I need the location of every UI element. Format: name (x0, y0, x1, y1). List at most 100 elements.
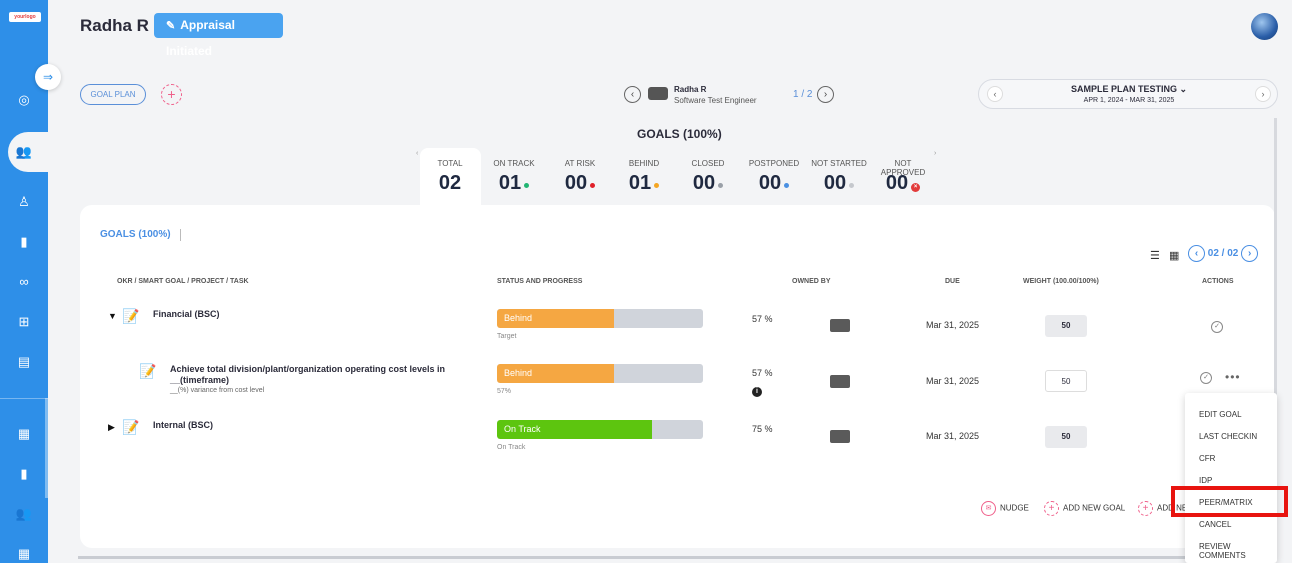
info-icon[interactable]: i (752, 387, 762, 397)
list-view-icon[interactable]: ☰ (1150, 250, 1160, 262)
plan-selector[interactable]: ‹ SAMPLE PLAN TESTING ⌄ APR 1, 2024 - MA… (978, 79, 1278, 109)
employee-avatar (648, 87, 668, 100)
goal-title[interactable]: Internal (BSC) (153, 420, 213, 430)
progress-bar[interactable]: On Track (497, 420, 703, 439)
page-indicator: 02 / 02 (1207, 248, 1239, 260)
due-date: Mar 31, 2025 (926, 376, 980, 386)
add-plan-button[interactable]: + (161, 84, 182, 105)
stat-value: 01 (628, 172, 652, 194)
close-circle-icon: × (911, 183, 921, 192)
goal-doc-icon: 📝 (139, 363, 157, 379)
progress-fill: Behind (497, 364, 615, 383)
nudge-button[interactable]: ✉ NUDGE (981, 501, 1029, 516)
progress-fill: On Track (497, 420, 652, 439)
employee-pager: 1 / 2 (793, 89, 813, 100)
column-header-weight: WEIGHT (100.00/100%) (1023, 278, 1099, 285)
highlight-box (1171, 486, 1288, 517)
avatar[interactable] (1251, 13, 1278, 40)
appraisal-status-button[interactable]: ✎ Appraisal Initiated (154, 13, 283, 58)
chart-icon[interactable]: ▦ (14, 424, 34, 444)
stat-total[interactable]: TOTAL 02 (434, 159, 466, 195)
grid-view-icon[interactable]: ▦ (1169, 250, 1179, 262)
card-title: GOALS (100%) (100, 229, 171, 240)
goal-doc-icon: 📝 (122, 308, 140, 324)
employee-role: Software Test Engineer (674, 96, 757, 105)
next-plan-icon[interactable]: › (1255, 86, 1271, 102)
weight-input[interactable]: 50 (1045, 370, 1087, 392)
team-icon: 👥 (15, 144, 33, 159)
sidebar-item-team-active[interactable]: 👥 (8, 132, 48, 172)
goals-summary-heading: GOALS (100%) (637, 127, 722, 141)
scroll-left-icon[interactable]: ‹ (416, 150, 418, 157)
menu-item-edit-goal[interactable]: EDIT GOAL (1199, 410, 1242, 419)
status-dot (654, 183, 660, 188)
stat-on-track[interactable]: ON TRACK 01 (492, 159, 536, 195)
scroll-right-icon[interactable]: › (934, 150, 936, 157)
owner-avatar (830, 430, 850, 443)
progress-bar[interactable]: Behind (497, 364, 703, 383)
stat-not-started[interactable]: NOT STARTED 00 (811, 159, 867, 195)
title-divider (180, 229, 181, 241)
appraisal-label: Appraisal Initiated (166, 18, 235, 58)
goal-plan-button[interactable]: GOAL PLAN (80, 84, 146, 105)
add-goal-label: ADD NEW GOAL (1063, 503, 1126, 513)
stat-label: TOTAL (437, 159, 463, 168)
menu-item-cfr[interactable]: CFR (1199, 454, 1215, 463)
expand-icon[interactable]: ▶ (108, 422, 115, 433)
menu-item-cancel[interactable]: CANCEL (1199, 520, 1231, 529)
collapse-sidebar-icon[interactable]: ⇒ (35, 64, 61, 90)
status-dot (784, 183, 790, 188)
stat-label: CLOSED (691, 159, 725, 168)
group-icon[interactable]: 👥 (14, 504, 34, 524)
status-dot (718, 183, 724, 188)
stat-behind[interactable]: BEHIND 01 (626, 159, 662, 195)
plus-icon: + (1138, 501, 1153, 516)
progress-bar[interactable]: Behind (497, 309, 703, 328)
more-options-icon[interactable]: ••• (1225, 370, 1241, 384)
view-toggle: ☰ ▦ (1150, 249, 1179, 262)
prev-page-icon[interactable]: ‹ (1188, 245, 1205, 262)
column-header-status: STATUS AND PROGRESS (497, 278, 583, 285)
next-page-icon[interactable]: › (1241, 245, 1259, 262)
add-new-goal-button[interactable]: + ADD NEW GOAL (1044, 501, 1125, 516)
goals-card: GOALS (100%) ☰ ▦ ‹ 02 / 02 › OKR / SMART… (80, 205, 1275, 548)
plan-title[interactable]: SAMPLE PLAN TESTING ⌄ (979, 84, 1279, 95)
handshake-icon[interactable]: ∞ (14, 272, 34, 292)
progress-percent: 57 % (752, 314, 773, 324)
menu-item-review-comments[interactable]: REVIEW COMMENTS (1199, 542, 1277, 560)
book-icon-2[interactable]: ▮ (14, 464, 34, 484)
book-icon[interactable]: ▮ (14, 232, 34, 252)
next-employee-icon[interactable]: › (817, 86, 834, 103)
report-icon[interactable]: ▦ (14, 544, 34, 563)
menu-item-idp[interactable]: IDP (1199, 476, 1212, 485)
company-logo: yourlogo (9, 12, 41, 22)
stat-closed[interactable]: CLOSED 00 (690, 159, 726, 195)
status-dot (590, 183, 596, 188)
hierarchy-icon[interactable]: ⊞ (14, 312, 34, 332)
progress-caption: On Track (497, 444, 526, 451)
stat-value: 00 (823, 172, 847, 194)
due-date: Mar 31, 2025 (926, 320, 980, 330)
chevron-down-icon: ⌄ (1179, 84, 1188, 94)
stat-value: 01 (498, 172, 522, 194)
goal-title[interactable]: Achieve total division/plant/organizatio… (170, 364, 470, 386)
prev-employee-icon[interactable]: ‹ (624, 86, 641, 103)
stat-not-approved[interactable]: NOT APPROVED 00 × (872, 159, 934, 195)
person-icon[interactable]: ♙ (14, 192, 34, 212)
stat-postponed[interactable]: POSTPONED 00 (748, 159, 800, 195)
menu-item-last-checkin[interactable]: LAST CHECKIN (1199, 432, 1257, 441)
checkin-icon[interactable]: ✓ (1211, 321, 1223, 333)
logo-text: yourlogo (14, 14, 36, 20)
horizontal-scrollbar[interactable] (78, 556, 1275, 559)
stat-label: NOT STARTED (811, 159, 867, 168)
target-icon[interactable]: ◎ (14, 90, 34, 110)
stat-value: 02 (438, 172, 462, 194)
plus-icon: + (1044, 501, 1059, 516)
column-header-goal: OKR / SMART GOAL / PROJECT / TASK (117, 278, 249, 285)
stat-label: POSTPONED (748, 159, 800, 168)
collapse-icon[interactable]: ▼ (108, 311, 117, 321)
checkin-icon[interactable]: ✓ (1200, 372, 1212, 384)
document-icon[interactable]: ▤ (14, 352, 34, 372)
goal-title[interactable]: Financial (BSC) (153, 309, 220, 319)
stat-at-risk[interactable]: AT RISK 00 (560, 159, 600, 195)
